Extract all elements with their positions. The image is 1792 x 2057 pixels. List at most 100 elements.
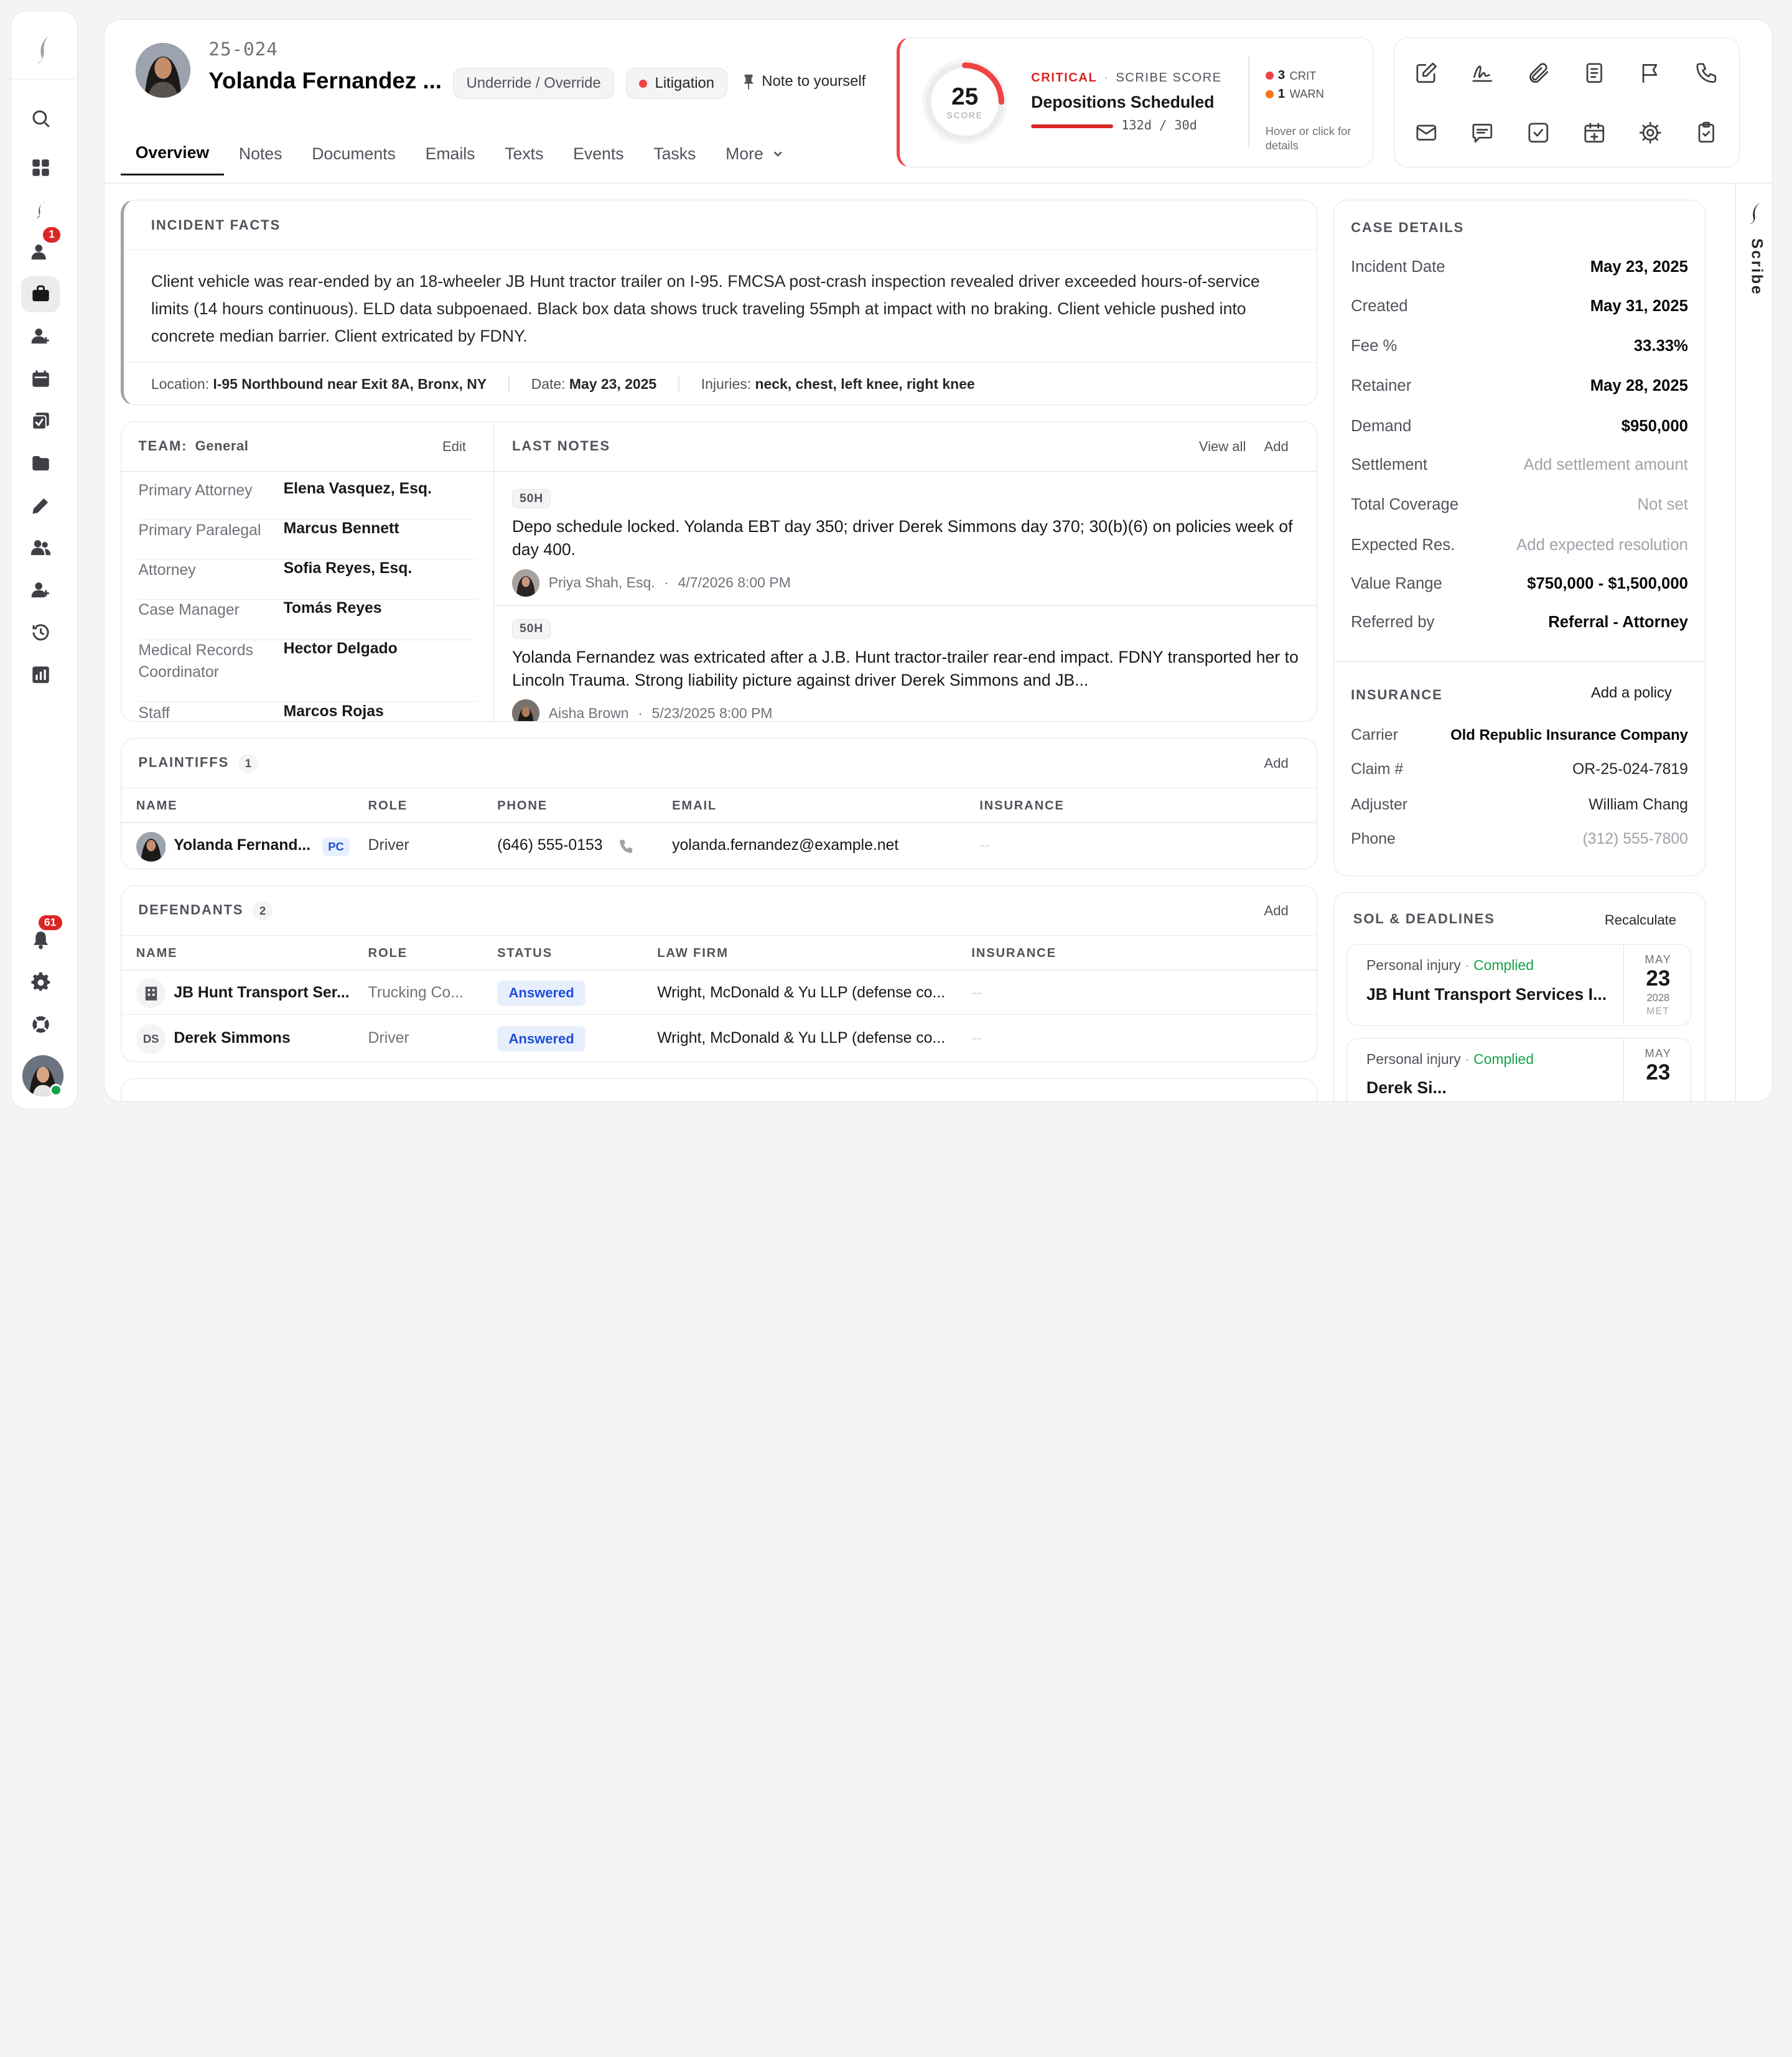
pen-icon[interactable] <box>21 487 60 524</box>
plaintiff-phone[interactable]: (646) 555-0153 <box>497 837 602 854</box>
tasks-icon[interactable] <box>21 403 60 440</box>
detail-row[interactable]: Created May 31, 2025 <box>1351 297 1688 315</box>
signature-icon[interactable] <box>1465 56 1500 90</box>
detail-row[interactable]: Referred by Referral - Attorney <box>1351 613 1688 632</box>
note-to-self[interactable]: Note to yourself <box>742 73 866 90</box>
team-row[interactable]: Attorney Sofia Reyes, Esq. <box>138 560 477 600</box>
tab-tasks[interactable]: Tasks <box>638 132 711 175</box>
recalculate-button[interactable]: Recalculate <box>1605 912 1676 928</box>
defendant-firm[interactable]: Wright, McDonald & Yu LLP (defense co... <box>657 984 945 1002</box>
folder-icon[interactable] <box>21 445 60 482</box>
table-row[interactable]: Yolanda Fernand... PC Driver (646) 555-0… <box>121 823 1317 869</box>
help-icon[interactable] <box>21 1006 60 1043</box>
dashboard-icon[interactable] <box>21 149 60 186</box>
override-chip[interactable]: Underride / Override <box>453 68 614 99</box>
detail-row[interactable]: Expected Res. Add expected resolution <box>1351 536 1688 554</box>
tab-overview[interactable]: Overview <box>120 132 224 175</box>
warn-label: WARN <box>1289 87 1324 101</box>
table-row[interactable]: JB Hunt Transport Ser... Trucking Co... … <box>121 971 1317 1015</box>
view-all-notes-link[interactable]: View all <box>1199 439 1246 455</box>
deadline-type: Personal injury <box>1366 1051 1461 1068</box>
team-role: Case Manager <box>138 602 240 619</box>
detail-row[interactable]: Demand $950,000 <box>1351 417 1688 436</box>
history-icon[interactable] <box>21 614 60 651</box>
plaintiff-email[interactable]: yolanda.fernandez@example.net <box>672 837 898 854</box>
insurance-row[interactable]: Phone (312) 555-7800 <box>1351 831 1688 848</box>
paperclip-icon[interactable] <box>1521 56 1556 90</box>
insurance-value[interactable]: (312) 555-7800 <box>1582 831 1687 848</box>
client-name[interactable]: Yolanda Fernandez ... <box>208 68 442 94</box>
reports-icon[interactable] <box>21 656 60 693</box>
document-icon[interactable] <box>1577 56 1612 90</box>
detail-row[interactable]: Total Coverage Not set <box>1351 496 1688 514</box>
note-item[interactable]: 50H Yolanda Fernandez was extricated aft… <box>511 616 1300 721</box>
deadline-item[interactable]: Personal injury · Complied Derek Si... M… <box>1346 1037 1692 1101</box>
insurance-row[interactable]: Claim # OR-25-024-7819 <box>1351 761 1688 778</box>
search-icon[interactable] <box>21 100 60 137</box>
detail-row[interactable]: Retainer May 28, 2025 <box>1351 377 1688 395</box>
detail-row[interactable]: Incident Date May 23, 2025 <box>1351 258 1688 276</box>
cases-icon[interactable] <box>21 276 60 313</box>
settings-icon[interactable] <box>21 964 60 1001</box>
col-law-firm: LAW FIRM <box>657 946 729 960</box>
defendant-name[interactable]: JB Hunt Transport Ser... <box>174 984 349 1002</box>
warn-dot <box>1265 90 1274 98</box>
plaintiff-name[interactable]: Yolanda Fernand... <box>174 837 310 854</box>
team-row[interactable]: Primary Paralegal Marcus Bennett <box>138 520 477 561</box>
team-row[interactable]: Medical Records Coordinator Hector Delgad… <box>138 640 477 702</box>
flag-icon[interactable] <box>1633 56 1668 90</box>
coverage-value[interactable]: Not set <box>1637 496 1687 514</box>
add-plaintiff-button[interactable]: Add <box>1264 755 1289 772</box>
people-icon[interactable] <box>21 529 60 566</box>
settlement-input[interactable]: Add settlement amount <box>1524 456 1688 474</box>
defendant-name[interactable]: Derek Simmons <box>174 1030 290 1047</box>
tab-more[interactable]: More <box>711 132 798 175</box>
add-note-button[interactable]: Add <box>1264 439 1289 455</box>
add-contact-icon[interactable] <box>21 319 60 355</box>
checkbox-icon[interactable] <box>1521 116 1556 150</box>
mail-icon[interactable] <box>1409 116 1444 150</box>
override-chip-label: Underride / Override <box>466 75 601 92</box>
detail-row[interactable]: Settlement Add settlement amount <box>1351 456 1688 474</box>
notes-divider <box>493 470 1317 472</box>
insurance-row[interactable]: Carrier Old Republic Insurance Company <box>1351 727 1688 744</box>
calendar-add-icon[interactable] <box>1577 116 1612 150</box>
add-defendant-button[interactable]: Add <box>1264 903 1289 919</box>
scribe-score-card[interactable]: 25 SCORE CRITICAL · SCRIBE SCORE Depositio… <box>896 37 1373 168</box>
team-edit-button[interactable]: Edit <box>442 439 466 455</box>
deadline-item[interactable]: Personal injury · Complied JB Hunt Trans… <box>1346 944 1692 1027</box>
gear-icon[interactable] <box>1633 116 1668 150</box>
team-row[interactable]: Case Manager Tomás Reyes <box>138 600 477 640</box>
clipboard-check-icon[interactable] <box>1689 116 1724 150</box>
team-row[interactable]: Staff Marcos Rojas <box>138 703 477 721</box>
tab-emails[interactable]: Emails <box>411 132 490 175</box>
message-icon[interactable] <box>1465 116 1500 150</box>
insurance-row[interactable]: Adjuster William Chang <box>1351 796 1688 814</box>
add-policy-button[interactable]: Add a policy <box>1591 684 1672 702</box>
crit-label: CRIT <box>1289 68 1317 82</box>
table-row[interactable]: DS Derek Simmons Driver Answered Wright,… <box>121 1016 1317 1061</box>
calendar-icon[interactable] <box>21 361 60 398</box>
tab-notes[interactable]: Notes <box>224 132 297 175</box>
edit-icon[interactable] <box>1409 56 1444 90</box>
detail-row[interactable]: Fee % 33.33% <box>1351 337 1688 355</box>
phone-icon[interactable] <box>1689 56 1724 90</box>
defendant-firm[interactable]: Wright, McDonald & Yu LLP (defense co... <box>657 1030 945 1047</box>
defendants-heading: DEFENDANTS <box>138 902 244 918</box>
detail-row[interactable]: Value Range $750,000 - $1,500,000 <box>1351 575 1688 593</box>
insurance-label: Claim # <box>1351 761 1404 778</box>
scribe-icon[interactable] <box>21 192 60 228</box>
tab-documents[interactable]: Documents <box>297 132 410 175</box>
tab-texts[interactable]: Texts <box>490 132 558 175</box>
tab-events[interactable]: Events <box>558 132 638 175</box>
scribe-side-tab[interactable]: Scribe <box>1735 183 1772 1101</box>
note-item[interactable]: 50H Depo schedule locked. Yolanda EBT da… <box>511 486 1300 597</box>
expected-resolution-input[interactable]: Add expected resolution <box>1516 536 1688 554</box>
app-logo[interactable] <box>11 20 77 80</box>
litigation-chip[interactable]: Litigation <box>625 68 728 99</box>
team-row[interactable]: Primary Attorney Elena Vasquez, Esq. <box>138 480 477 520</box>
add-team-icon[interactable] <box>21 572 60 609</box>
call-icon[interactable] <box>618 839 635 855</box>
deadline-status: Complied <box>1473 1051 1534 1068</box>
team-member: Marcus Bennett <box>283 520 399 537</box>
